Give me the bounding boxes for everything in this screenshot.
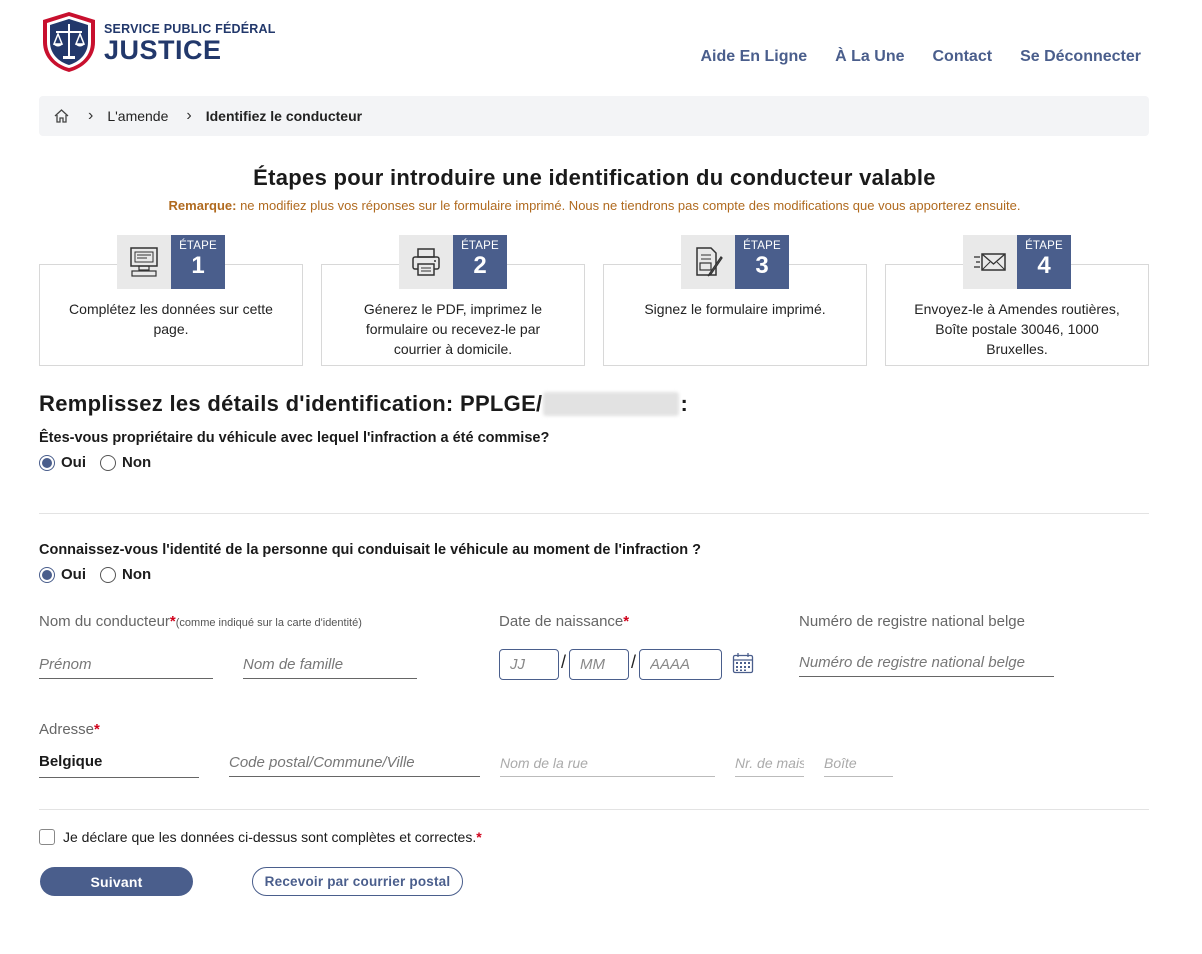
driver-known-yes-option[interactable]: Oui — [39, 566, 86, 583]
breadcrumb: › L'amende › Identifiez le conducteur — [39, 96, 1149, 136]
remark-body: ne modifiez plus vos réponses sur le for… — [236, 198, 1021, 213]
dob-label: Date de naissance* — [499, 613, 629, 630]
dob-day-input[interactable] — [499, 649, 559, 680]
breadcrumb-item-fine[interactable]: L'amende — [107, 108, 168, 124]
required-mark: * — [94, 721, 100, 738]
step-number: 4 — [1037, 252, 1051, 279]
box-number-input[interactable] — [824, 749, 893, 777]
required-mark: * — [623, 613, 630, 630]
step-label: ÉTAPE — [1025, 240, 1063, 252]
step-description: Complétez les données sur cette page. — [69, 301, 273, 337]
redacted-reference — [543, 392, 680, 416]
step-number-1: ÉTAPE 1 — [171, 235, 225, 289]
driver-name-hint: (comme indiqué sur la carte d'identité) — [175, 617, 362, 629]
form-title-suffix: : — [680, 391, 689, 416]
owner-question: Êtes-vous propriétaire du véhicule avec … — [39, 430, 550, 446]
radio-label: Non — [122, 566, 152, 583]
step-icon-box — [963, 235, 1017, 289]
nav-contact[interactable]: Contact — [933, 48, 993, 66]
declaration-checkbox[interactable] — [39, 829, 55, 845]
step-icon-box — [117, 235, 171, 289]
steps-title: Étapes pour introduire une identificatio… — [253, 165, 936, 190]
driver-known-radio-group: Oui Non — [39, 566, 165, 583]
house-number-input[interactable] — [735, 749, 804, 777]
required-mark: * — [476, 829, 482, 845]
dob-label-text: Date de naissance — [499, 613, 624, 630]
divider — [39, 809, 1149, 810]
owner-yes-option[interactable]: Oui — [39, 454, 86, 471]
radio-label: Oui — [61, 566, 86, 583]
remark-label: Remarque: — [168, 198, 237, 213]
driver-known-no-option[interactable]: Non — [100, 566, 151, 583]
printer-icon — [412, 248, 440, 276]
next-button[interactable]: Suivant — [40, 867, 193, 896]
nrn-label: Numéro de registre national belge — [799, 613, 1025, 630]
nav-logout[interactable]: Se Déconnecter — [1020, 48, 1141, 66]
declaration-label: Je déclare que les données ci-dessus son… — [63, 829, 482, 845]
postal-code-input[interactable] — [229, 749, 480, 777]
logo-text: SERVICE PUBLIC FÉDÉRAL JUSTICE — [104, 20, 276, 64]
radio-label: Non — [122, 454, 152, 471]
driver-known-question: Connaissez-vous l'identité de la personn… — [39, 542, 701, 558]
firstname-input[interactable] — [39, 651, 213, 679]
step-label: ÉTAPE — [461, 240, 499, 252]
address-label: Adresse* — [39, 721, 100, 738]
receive-by-post-button[interactable]: Recevoir par courrier postal — [252, 867, 463, 896]
owner-radio-group: Oui Non — [39, 454, 165, 471]
step-description: Génerez le PDF, imprimez le formulaire o… — [363, 301, 543, 357]
step-number: 3 — [755, 252, 769, 279]
step-number-4: ÉTAPE 4 — [1017, 235, 1071, 289]
step-number: 2 — [473, 252, 487, 279]
nrn-input[interactable] — [799, 649, 1054, 677]
envelope-icon — [974, 253, 1006, 271]
step-icon-box — [681, 235, 735, 289]
lastname-input[interactable] — [243, 651, 417, 679]
owner-no-option[interactable]: Non — [100, 454, 151, 471]
driver-name-label: Nom du conducteur*(comme indiqué sur la … — [39, 613, 362, 630]
justice-shield-icon — [43, 12, 95, 72]
driver-known-no-radio[interactable] — [100, 566, 116, 583]
chevron-right-icon: › — [88, 107, 94, 124]
home-icon[interactable] — [53, 108, 70, 124]
form-title-prefix: Remplissez les détails d'identification:… — [39, 391, 543, 416]
calendar-icon[interactable] — [732, 652, 754, 674]
declaration-text: Je déclare que les données ci-dessus son… — [63, 829, 477, 845]
country-select[interactable]: Belgique — [39, 753, 199, 778]
breadcrumb-item-current: Identifiez le conducteur — [205, 108, 363, 124]
owner-yes-radio[interactable] — [39, 454, 55, 471]
owner-no-radio[interactable] — [100, 454, 116, 471]
radio-label: Oui — [61, 454, 86, 471]
nav-help-online[interactable]: Aide En Ligne — [700, 48, 807, 66]
driver-name-label-text: Nom du conducteur — [39, 613, 170, 630]
form-title: Remplissez les détails d'identification:… — [39, 391, 688, 417]
logo-title: JUSTICE — [104, 35, 222, 65]
step-number-3: ÉTAPE 3 — [735, 235, 789, 289]
address-label-text: Adresse — [39, 721, 95, 738]
dob-year-input[interactable] — [639, 649, 722, 680]
computer-icon — [130, 247, 158, 277]
step-description: Signez le formulaire imprimé. — [644, 301, 826, 317]
dob-month-input[interactable] — [569, 649, 629, 680]
top-navigation: Aide En Ligne À La Une Contact Se Déconn… — [700, 48, 1141, 66]
chevron-right-icon: › — [186, 107, 192, 124]
remark-text: Remarque: ne modifiez plus vos réponses … — [0, 198, 1189, 213]
step-description: Envoyez-le à Amendes routières, Boîte po… — [914, 301, 1120, 357]
date-separator: / — [631, 652, 637, 672]
logo-subtitle: SERVICE PUBLIC FÉDÉRAL — [104, 22, 276, 36]
sign-document-icon — [696, 247, 723, 277]
nav-news[interactable]: À La Une — [835, 48, 904, 66]
street-input[interactable] — [500, 749, 715, 777]
date-separator: / — [561, 652, 567, 672]
driver-known-yes-radio[interactable] — [39, 566, 55, 583]
divider — [39, 513, 1149, 514]
step-icon-box — [399, 235, 453, 289]
step-number-2: ÉTAPE 2 — [453, 235, 507, 289]
step-number: 1 — [191, 252, 205, 279]
step-label: ÉTAPE — [743, 240, 781, 252]
step-label: ÉTAPE — [179, 240, 217, 252]
site-logo[interactable]: SERVICE PUBLIC FÉDÉRAL JUSTICE — [40, 10, 276, 74]
